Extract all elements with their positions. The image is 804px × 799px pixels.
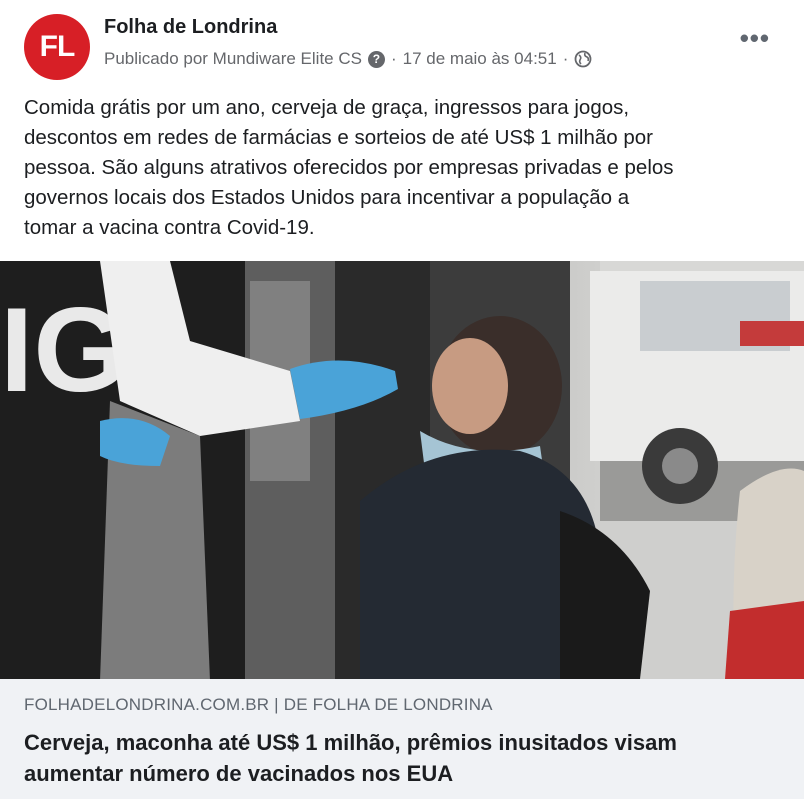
- post-caption: Comida grátis por um ano, cerveja de gra…: [24, 96, 674, 239]
- post-meta: Publicado por Mundiware Elite CS ? · 17 …: [104, 49, 592, 69]
- meta-separator: ·: [390, 49, 397, 68]
- post-timestamp-link[interactable]: 17 de maio às 04:51: [403, 49, 557, 69]
- avatar-logo-text: FL: [39, 30, 76, 63]
- question-icon[interactable]: ?: [367, 50, 385, 68]
- photo-illustration: IG: [0, 261, 804, 679]
- link-headline[interactable]: Cerveja, maconha até US$ 1 milhão, prêmi…: [24, 727, 764, 789]
- post-header: FL Folha de Londrina Publicado por Mundi…: [0, 0, 804, 86]
- page-name-link[interactable]: Folha de Londrina: [104, 16, 277, 39]
- more-options-icon[interactable]: •••: [740, 25, 770, 51]
- page-avatar[interactable]: FL: [24, 14, 90, 80]
- facebook-post: FL Folha de Londrina Publicado por Mundi…: [0, 0, 804, 799]
- post-photo[interactable]: IG: [0, 261, 804, 679]
- globe-icon[interactable]: [574, 50, 592, 68]
- published-by-text: Publicado por Mundiware Elite CS: [104, 49, 362, 68]
- meta-separator-2: ·: [562, 49, 569, 68]
- link-domain: FOLHADELONDRINA.COM.BR | DE FOLHA DE LON…: [24, 695, 493, 714]
- link-preview[interactable]: FOLHADELONDRINA.COM.BR | DE FOLHA DE LON…: [0, 679, 804, 799]
